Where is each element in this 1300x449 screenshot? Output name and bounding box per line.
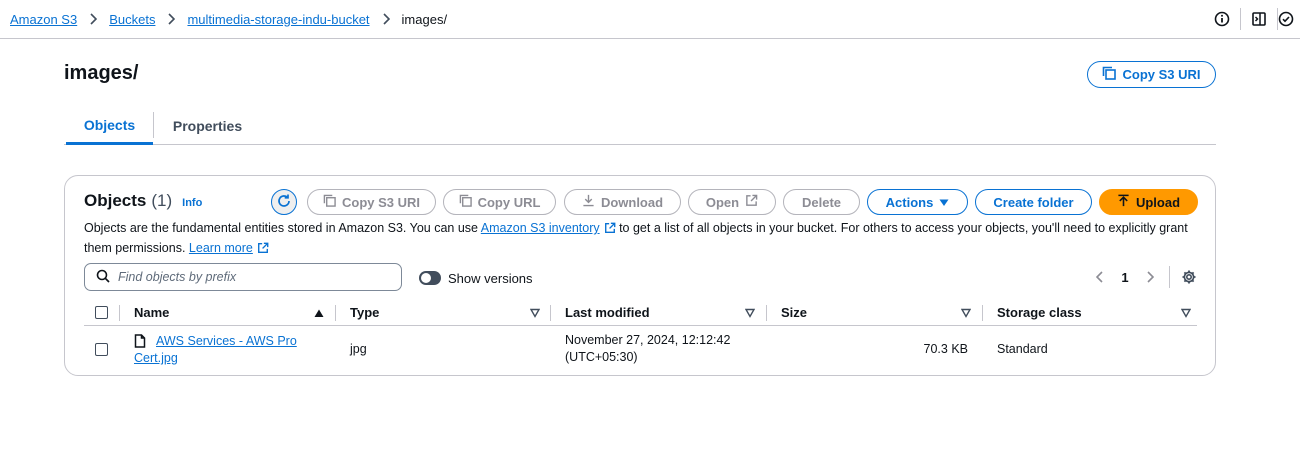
- s3-inventory-link[interactable]: Amazon S3 inventory: [481, 221, 600, 235]
- refresh-icon: [276, 193, 292, 212]
- copy-url-button[interactable]: Copy URL: [443, 189, 556, 215]
- column-storage-class-label: Storage class: [997, 304, 1082, 320]
- search-field[interactable]: [84, 263, 402, 291]
- sort-down-icon: [529, 306, 541, 321]
- actions-label: Actions: [885, 194, 934, 210]
- copy-url-label: Copy URL: [477, 194, 541, 210]
- table-header: Name Type Last modified Size Storage cla…: [84, 298, 1197, 326]
- table-row[interactable]: AWS Services - AWS Pro Cert.jpg jpg Nove…: [84, 327, 1197, 371]
- learn-more-link[interactable]: Learn more: [189, 241, 253, 255]
- objects-title: Objects: [84, 191, 147, 210]
- tab-objects[interactable]: Objects: [66, 107, 153, 145]
- next-page-icon[interactable]: [1139, 266, 1161, 288]
- copy-uri-label: Copy S3 URI: [341, 194, 420, 210]
- description-text-1: Objects are the fundamental entities sto…: [84, 221, 481, 235]
- external-link-icon: [745, 194, 758, 210]
- sort-up-icon: [314, 306, 324, 321]
- sort-down-icon: [744, 306, 756, 321]
- settings-icon[interactable]: [1278, 0, 1300, 38]
- actions-dropdown[interactable]: Actions: [867, 189, 968, 215]
- panel-icon[interactable]: [1241, 0, 1277, 38]
- select-all-checkbox[interactable]: [95, 305, 108, 319]
- copy-icon: [1102, 66, 1117, 83]
- gear-icon[interactable]: [1178, 266, 1200, 288]
- column-type[interactable]: Type: [350, 298, 541, 326]
- upload-label: Upload: [1135, 194, 1181, 210]
- column-divider: [766, 305, 767, 321]
- caret-down-icon: [939, 195, 949, 210]
- open-label: Open: [705, 194, 740, 210]
- copy-s3-uri-label: Copy S3 URI: [1122, 67, 1201, 82]
- external-link-icon: [257, 242, 269, 260]
- upload-button[interactable]: Upload: [1099, 189, 1198, 215]
- chevron-right-icon: [167, 13, 176, 25]
- breadcrumb-amazon-s3[interactable]: Amazon S3: [10, 12, 77, 27]
- objects-header: Objects (1) Info: [84, 191, 202, 211]
- objects-panel: Objects (1) Info Copy S3 URI Copy URL Do…: [64, 175, 1216, 376]
- page-title: images/: [64, 62, 139, 84]
- copy-icon: [323, 194, 336, 210]
- cell-storage-class: Standard: [997, 341, 1048, 356]
- sort-down-icon: [960, 306, 972, 321]
- tab-divider: [153, 112, 154, 138]
- search-input[interactable]: [118, 270, 388, 284]
- info-circle-icon[interactable]: [1204, 0, 1240, 38]
- select-all-cell: [95, 298, 108, 326]
- cell-name: AWS Services - AWS Pro Cert.jpg: [134, 327, 304, 371]
- chevron-right-icon: [382, 13, 390, 25]
- search-icon: [96, 269, 110, 286]
- copy-s3-uri-button[interactable]: Copy S3 URI: [1087, 61, 1216, 88]
- download-icon: [582, 194, 595, 210]
- column-size[interactable]: Size: [781, 298, 972, 326]
- objects-count: (1): [151, 191, 173, 210]
- download-button[interactable]: Download: [564, 189, 681, 215]
- refresh-button[interactable]: [271, 189, 297, 215]
- page-number[interactable]: 1: [1111, 270, 1139, 285]
- column-divider: [119, 305, 120, 321]
- column-divider: [335, 305, 336, 321]
- copy-icon: [459, 194, 472, 210]
- create-folder-label: Create folder: [993, 194, 1074, 210]
- object-name-link[interactable]: AWS Services - AWS Pro Cert.jpg: [134, 333, 304, 367]
- objects-description: Objects are the fundamental entities sto…: [84, 220, 1204, 259]
- row-checkbox[interactable]: [95, 342, 108, 356]
- sort-down-icon: [1180, 306, 1192, 321]
- top-utility-icons: [1204, 0, 1300, 38]
- cell-size: 70.3 KB: [923, 341, 968, 356]
- copy-s3-uri-button-disabled[interactable]: Copy S3 URI: [307, 189, 436, 215]
- external-link-icon: [604, 222, 616, 240]
- delete-button[interactable]: Delete: [783, 189, 860, 215]
- download-label: Download: [600, 194, 664, 210]
- previous-page-icon[interactable]: [1089, 266, 1111, 288]
- cell-last-modified: November 27, 2024, 12:12:42 (UTC+05:30): [565, 333, 731, 364]
- column-storage-class[interactable]: Storage class: [997, 298, 1192, 326]
- column-divider: [550, 305, 551, 321]
- column-last-modified[interactable]: Last modified: [565, 298, 756, 326]
- column-last-modified-label: Last modified: [565, 304, 650, 320]
- divider: [1169, 266, 1170, 288]
- breadcrumb-bucket[interactable]: multimedia-storage-indu-bucket: [187, 12, 369, 27]
- breadcrumb-buckets[interactable]: Buckets: [109, 12, 155, 27]
- row-select-cell: [95, 327, 108, 371]
- breadcrumb-current: images/: [401, 11, 448, 27]
- delete-label: Delete: [801, 194, 842, 210]
- open-button[interactable]: Open: [688, 189, 776, 215]
- column-name[interactable]: Name: [134, 298, 324, 326]
- show-versions-label: Show versions: [448, 271, 533, 286]
- pagination: 1: [1089, 266, 1200, 288]
- create-folder-button[interactable]: Create folder: [975, 189, 1092, 215]
- cell-type: jpg: [350, 341, 367, 356]
- chevron-right-icon: [89, 13, 98, 25]
- info-link[interactable]: Info: [182, 197, 202, 209]
- show-versions-toggle[interactable]: [419, 271, 441, 285]
- upload-icon: [1117, 194, 1130, 210]
- tab-list: Objects Properties: [64, 107, 1216, 145]
- tab-properties[interactable]: Properties: [160, 107, 255, 145]
- column-name-label: Name: [134, 304, 170, 320]
- column-size-label: Size: [781, 304, 808, 320]
- breadcrumb: Amazon S3 Buckets multimedia-storage-ind…: [10, 12, 447, 27]
- column-type-label: Type: [350, 304, 380, 320]
- column-divider: [982, 305, 983, 321]
- top-navigation-bar: Amazon S3 Buckets multimedia-storage-ind…: [0, 0, 1300, 39]
